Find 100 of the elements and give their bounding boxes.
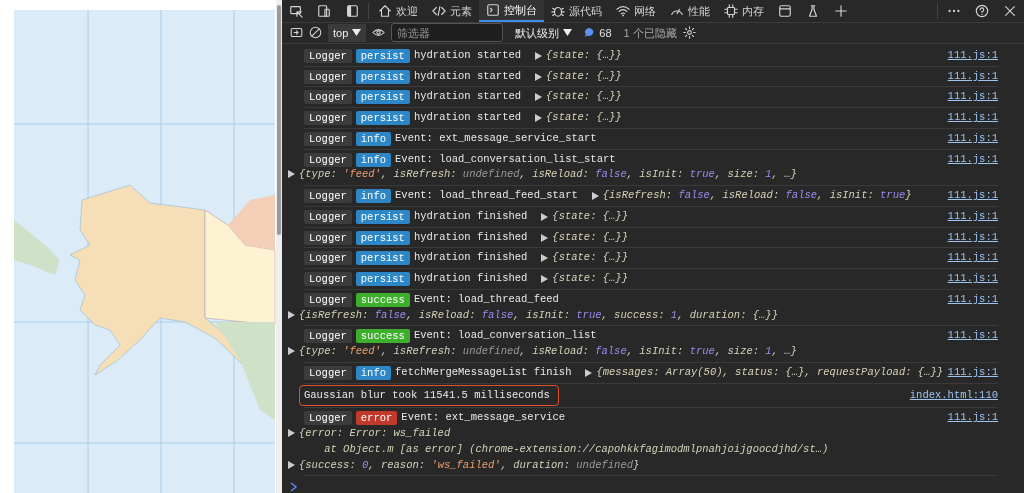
code-icon [432,3,446,18]
expand-icon[interactable] [535,93,543,102]
source-link[interactable]: 111.js:1 [947,130,998,147]
object-preview: at Object.m [as error] (chrome-extension://capohkkfagimodmlpnahjoijgoocdjhd/st…) [323,442,829,455]
devtools-tab[interactable]: 网络 [609,0,663,22]
source-link[interactable]: 111.js:1 [947,410,998,427]
object-preview: {success: 0, reason: 'ws_failed', duration: undefined} [299,458,640,471]
object-preview: {state: {…}} [552,208,628,224]
expand-icon[interactable] [585,368,593,377]
devtools-tab[interactable]: 内存 [717,0,771,22]
source-link[interactable]: 111.js:1 [947,151,998,168]
log-tag: persist [355,111,410,126]
log-message: Event: ext_message_service [401,410,566,426]
log-tag: Logger [304,69,352,84]
devtools-tab[interactable]: 控制台 [479,0,544,22]
source-link[interactable]: 111.js:1 [947,188,998,204]
log-message: Event: load_thread_feed [413,291,559,307]
log-tag: info [355,131,392,146]
level-dropdown[interactable]: 默认级别 [509,23,579,43]
source-link[interactable]: 111.js:1 [947,208,998,225]
expand-icon[interactable] [288,170,295,179]
log-message: hydration finished [413,271,528,287]
expand-icon[interactable] [541,275,549,284]
log-tag: Logger [304,272,352,287]
object-preview: {state: {…}} [552,250,628,266]
log-message: Event: ext_message_service_start [395,130,597,146]
log-message: Event: load_thread_feed_start [395,188,578,204]
caret-icon [352,29,362,37]
sidebar-toggle-icon[interactable] [290,26,303,40]
log-tag: Logger [304,131,352,146]
source-link[interactable]: 111.js:1 [947,271,998,287]
device-icon [317,3,331,18]
settings-icon[interactable] [682,26,696,40]
source-link[interactable]: index.html:110 [909,387,998,404]
plus-icon [834,3,848,18]
source-link[interactable]: 111.js:1 [947,89,998,106]
log-tag: error [355,411,398,426]
devtools-tab[interactable]: 元素 [425,0,479,22]
log-tag: persist [355,69,410,84]
log-message: Event: load_conversation_list_start [395,151,616,167]
log-tag: Logger [304,90,352,105]
devtools-tab[interactable]: 性能 [663,0,717,22]
log-message: hydration finished [413,208,528,224]
source-link[interactable]: 111.js:1 [947,250,998,267]
log-tag: Logger [304,230,352,245]
expand-icon[interactable] [541,254,549,263]
wifi-icon [616,3,630,18]
source-link[interactable]: 111.js:1 [947,291,998,308]
source-link[interactable]: 111.js:1 [947,47,998,64]
source-link[interactable]: 111.js:1 [947,328,998,345]
log-tag: persist [355,251,410,266]
log-message: Event: load_conversation_list [413,328,597,344]
object-preview: {state: {…}} [546,68,622,84]
dock-icon [345,3,359,18]
source-link[interactable]: 111.js:1 [947,364,998,381]
devtools-tab[interactable]: 源代码 [544,0,609,22]
log-tag: persist [355,272,410,287]
expand-icon[interactable] [288,347,295,356]
chip-icon [724,3,738,18]
help-icon [975,3,989,18]
source-link[interactable]: 111.js:1 [947,229,998,246]
log-tag: Logger [304,292,352,307]
log-message: Gaussian blur took 11541.5 milliseconds [304,387,550,403]
filter-field[interactable]: 筛选器 [391,23,504,43]
expand-icon[interactable] [535,51,543,60]
expand-icon[interactable] [541,212,549,221]
devtools-tab[interactable]: 欢迎 [371,0,425,22]
inspect-icon [289,3,303,18]
clear-icon[interactable] [309,26,322,40]
object-preview: {type: 'feed', isRefresh: undefined, isReload: false, isInit: true, size: 1, …} [299,168,797,181]
log-tag: info [355,152,392,167]
log-tag: Logger [304,209,352,224]
expand-icon[interactable] [288,310,295,319]
log-tag: Logger [304,152,352,167]
object-preview: {state: {…}} [552,229,628,245]
flask-icon [806,3,820,18]
log-tag: Logger [304,329,352,344]
expand-icon[interactable] [535,72,543,81]
log-tag: persist [355,48,410,63]
source-link[interactable]: 111.js:1 [947,68,998,85]
message-count: 68 [599,25,612,41]
source-link[interactable]: 111.js:1 [947,110,998,126]
log-tag: persist [355,209,410,224]
log-message: hydration started [413,68,522,84]
expand-icon[interactable] [288,429,295,438]
hidden-count: 1 个已隐藏 [623,25,677,41]
expand-icon[interactable] [535,114,543,123]
log-tag: persist [355,90,410,105]
context-dropdown[interactable]: top [328,23,367,43]
log-tag: Logger [304,411,352,426]
object-preview: {messages: Array(50), status: {…}, requestPayload: {…}} [596,364,944,380]
log-tag: info [355,189,392,204]
expand-icon[interactable] [288,460,295,469]
caret-icon [563,29,573,37]
log-tag: success [355,329,410,344]
object-preview: {state: {…}} [552,271,628,287]
object-preview: {state: {…}} [546,110,622,126]
object-preview: {error: Error: ws_failed [299,427,451,440]
expand-icon[interactable] [591,192,599,201]
expand-icon[interactable] [541,233,549,242]
